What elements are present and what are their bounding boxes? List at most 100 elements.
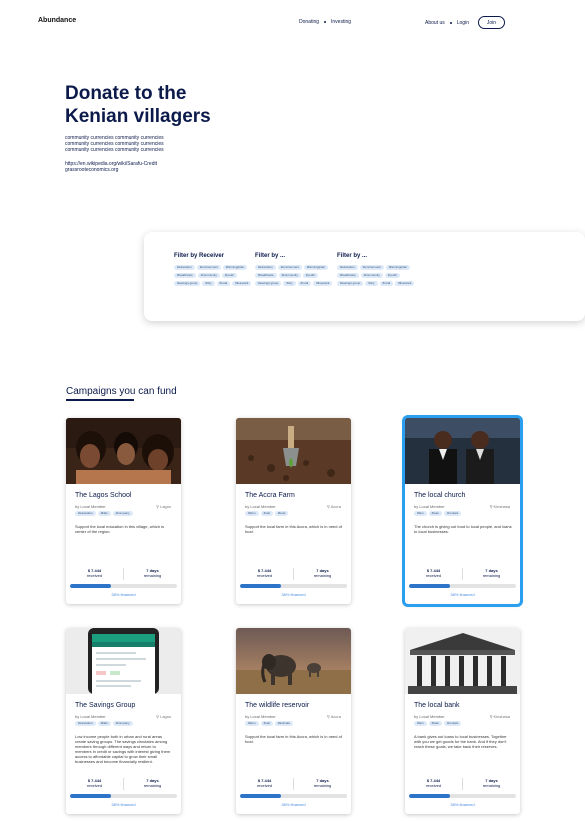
days-label: remaining — [482, 573, 501, 578]
filter-chip[interactable]: #youth — [221, 273, 237, 278]
tag-chip[interactable]: #education — [75, 721, 96, 726]
amount-received: $ 7.444 received — [66, 778, 123, 790]
card-location-text: Kinshasa — [493, 714, 510, 719]
amount-label: received — [256, 573, 273, 578]
tag-chip[interactable]: #farm — [245, 721, 259, 726]
nav-donating-link[interactable]: Donating — [299, 19, 319, 25]
filter-chip[interactable]: #education — [255, 265, 276, 270]
tag-chip[interactable]: #loan — [428, 511, 443, 516]
card-location: ⚲ Accra — [327, 714, 341, 719]
tag-chip[interactable]: #kids — [97, 511, 111, 516]
filter-chip[interactable]: #healthcare — [174, 273, 196, 278]
tag-chip[interactable]: #company — [112, 511, 133, 516]
grassroot-link[interactable]: grassrooteconomics.org — [65, 167, 157, 173]
filter-chip[interactable]: #rural — [216, 281, 231, 286]
phone-photo — [66, 628, 181, 694]
filter-chips: #education #environment #farming/plan #heal… — [337, 265, 415, 286]
tag-chip[interactable]: #animals — [274, 721, 293, 726]
filter-chip[interactable]: #youth — [384, 273, 400, 278]
tag-chip[interactable]: #food — [274, 511, 289, 516]
filter-chip[interactable]: #rural — [379, 281, 394, 286]
location-pin-icon: ⚲ — [489, 714, 493, 719]
filter-chip[interactable]: #livestock — [232, 281, 252, 286]
card-stats: $ 7.444 received 7 days remaining — [405, 778, 520, 790]
amount-label: received — [256, 783, 273, 788]
filter-chip[interactable]: #farming/plan — [222, 265, 248, 270]
filter-chip[interactable]: #savings group — [337, 281, 364, 286]
tag-chip[interactable]: #company — [112, 721, 133, 726]
tag-chip[interactable]: #kids — [97, 721, 111, 726]
filter-chip[interactable]: #education — [174, 265, 195, 270]
filter-chip[interactable]: #community — [197, 273, 220, 278]
church-photo — [405, 418, 520, 484]
campaign-card[interactable]: The wildlife reservoir by Local Member ⚲ Ac… — [236, 628, 351, 814]
filter-chip[interactable]: #livestock — [395, 281, 415, 286]
nav-investing-link[interactable]: Investing — [331, 19, 351, 25]
tag-chip[interactable]: #loan — [428, 721, 443, 726]
card-location: ⚲ Lagos — [156, 714, 171, 719]
days-remaining: 7 days remaining — [124, 778, 181, 790]
hero-description: community currencies community currencie… — [65, 135, 225, 153]
filter-chips: #education #environment #farming/plan #heal… — [255, 265, 333, 286]
page-title-line-1: Donate to the — [65, 83, 187, 104]
filter-chip[interactable]: #environment — [359, 265, 384, 270]
card-stats: $ 7.444 received 7 days remaining — [66, 568, 181, 580]
tag-chip[interactable]: #fam — [414, 511, 427, 516]
financed-percentage: 38% financed — [450, 592, 475, 597]
card-stats: $ 7.444 received 7 days remaining — [236, 568, 351, 580]
card-location: ⚲ Kinshasa — [490, 504, 510, 509]
tag-chip[interactable]: #contact — [444, 511, 462, 516]
filter-chip[interactable]: #healthcare — [255, 273, 277, 278]
card-stats: $ 7.444 received 7 days remaining — [236, 778, 351, 790]
filter-chip[interactable]: #city — [283, 281, 296, 286]
campaign-card[interactable]: The Lagos School by Local Member ⚲ Lagos #ed… — [66, 418, 181, 604]
card-author: by Local Member — [245, 714, 276, 719]
filter-chip[interactable]: #rural — [297, 281, 312, 286]
nav-login-link[interactable]: Login — [457, 20, 469, 26]
filter-chip[interactable]: #savings group — [174, 281, 201, 286]
tag-chip[interactable]: #soil — [260, 511, 273, 516]
card-author: by Local Member — [75, 504, 106, 509]
nav-about-link[interactable]: About us — [425, 20, 445, 26]
filter-chip[interactable]: #farming/plan — [303, 265, 329, 270]
amount-received: $ 7.444 received — [236, 778, 293, 790]
filter-chip[interactable]: #city — [365, 281, 378, 286]
days-remaining: 7 days remaining — [294, 778, 351, 790]
card-tags: #farm #soil #food — [245, 511, 289, 516]
days-label: remaining — [143, 573, 162, 578]
page-title: Donate to the Kenian villagers — [65, 82, 265, 128]
filter-chip[interactable]: #healthcare — [337, 273, 359, 278]
filter-chip[interactable]: #community — [278, 273, 301, 278]
tag-chip[interactable]: #soil — [260, 721, 273, 726]
card-stats: $ 7.444 received 7 days remaining — [405, 568, 520, 580]
filter-title: Filter by ... — [255, 253, 286, 259]
campaign-card[interactable]: The local church by Local Member ⚲ Kinshasa… — [402, 415, 523, 607]
location-pin-icon: ⚲ — [156, 504, 160, 509]
filter-chip[interactable]: #livestock — [313, 281, 333, 286]
campaigns-heading: Campaigns you can fund — [66, 386, 177, 397]
filter-chip[interactable]: #education — [337, 265, 358, 270]
logo[interactable]: Abundance — [38, 17, 76, 24]
filter-chip[interactable]: #farming/plan — [385, 265, 411, 270]
filter-chip[interactable]: #savings group — [255, 281, 282, 286]
tag-chip[interactable]: #contact — [444, 721, 462, 726]
campaign-card[interactable]: The Savings Group by Local Member ⚲ Lagos #e… — [66, 628, 181, 814]
filter-chip[interactable]: #youth — [302, 273, 318, 278]
tag-chip[interactable]: #farm — [245, 511, 259, 516]
card-location: ⚲ Kinshasa — [490, 714, 510, 719]
filter-chip[interactable]: #environment — [277, 265, 302, 270]
financed-percentage: 38% financed — [450, 802, 475, 807]
campaign-card[interactable]: The local bank by Local Member ⚲ Kinshasa #f… — [405, 628, 520, 814]
card-title: The Lagos School — [75, 492, 132, 499]
filter-chip[interactable]: #city — [202, 281, 215, 286]
filter-chip[interactable]: #environment — [196, 265, 221, 270]
card-description: Support the local education in this vill… — [75, 524, 164, 534]
join-button[interactable]: Join — [477, 16, 505, 29]
campaign-card[interactable]: The Accra Farm by Local Member ⚲ Accra #farm… — [236, 418, 351, 604]
filter-chip[interactable]: #community — [360, 273, 383, 278]
days-remaining: 7 days remaining — [124, 568, 181, 580]
tag-chip[interactable]: #education — [75, 511, 96, 516]
days-label: remaining — [313, 573, 332, 578]
tag-chip[interactable]: #fam — [414, 721, 427, 726]
card-title: The wildlife reservoir — [245, 702, 310, 709]
